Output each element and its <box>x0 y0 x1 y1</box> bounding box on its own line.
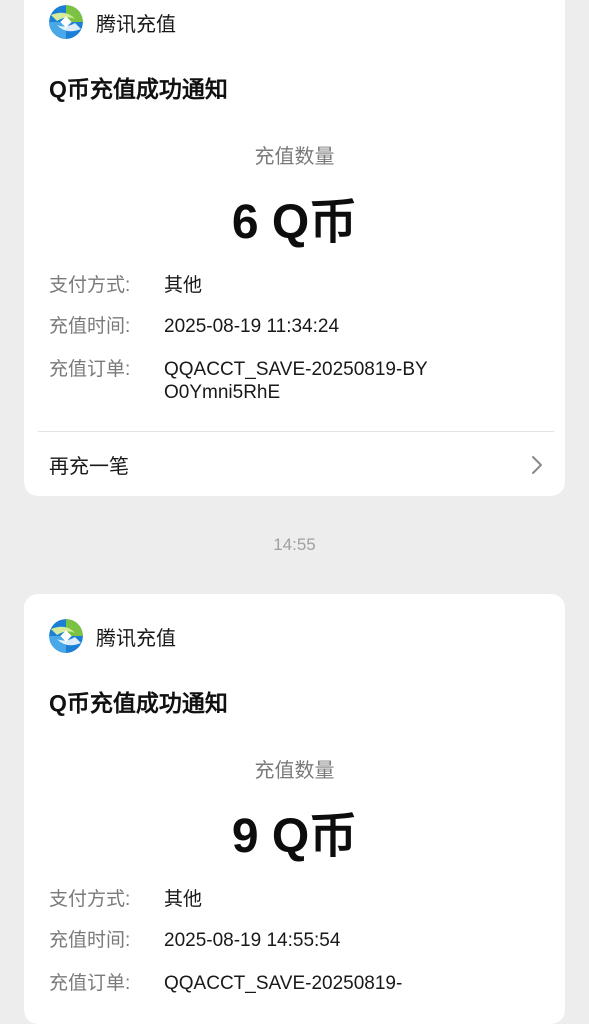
field-value: QQACCT_SAVE-20250819-BYO0Ymni5RhE <box>164 359 428 403</box>
message-title: Q币充值成功通知 <box>49 690 228 716</box>
message-title: Q币充值成功通知 <box>49 76 228 102</box>
message-card[interactable]: 腾讯充值 Q币充值成功通知 充值数量 9 Q币 支付方式: 其他 充值时间: 2… <box>24 594 565 1024</box>
tencent-recharge-logo-icon <box>49 5 83 39</box>
tencent-recharge-logo-icon <box>49 619 83 653</box>
amount-label: 充值数量 <box>254 146 335 168</box>
field-value: 2025-08-19 14:55:54 <box>164 930 341 951</box>
field-key: 充值时间: <box>49 930 131 951</box>
recharge-time-row: 充值时间: 2025-08-19 14:55:54 <box>49 929 540 952</box>
payment-method-row: 支付方式: 其他 <box>49 274 540 297</box>
card-header: 腾讯充值 <box>49 4 176 40</box>
field-value: QQACCT_SAVE-20250819- <box>164 973 403 994</box>
order-id-row: 充值订单: QQACCT_SAVE-20250819- <box>49 972 540 995</box>
field-key: 充值时间: <box>49 316 131 337</box>
message-card[interactable]: 腾讯充值 Q币充值成功通知 充值数量 6 Q币 支付方式: 其他 充值时间: 2… <box>24 0 565 496</box>
recharge-time-row: 充值时间: 2025-08-19 11:34:24 <box>49 315 540 338</box>
recharge-again-label: 再充一笔 <box>49 456 129 478</box>
field-value: 2025-08-19 11:34:24 <box>164 316 340 337</box>
sender-name: 腾讯充值 <box>96 13 176 36</box>
chevron-right-icon <box>531 455 543 475</box>
payment-method-row: 支付方式: 其他 <box>49 888 540 911</box>
field-value: 其他 <box>164 889 203 910</box>
amount-value: 6 Q币 <box>231 196 358 249</box>
field-value: 其他 <box>164 275 203 296</box>
recharge-again-button[interactable]: 再充一笔 <box>49 450 543 479</box>
field-key: 支付方式: <box>49 889 131 910</box>
field-key: 支付方式: <box>49 275 131 296</box>
field-key: 充值订单: <box>49 359 131 380</box>
sender-name: 腾讯充值 <box>96 627 176 650</box>
divider <box>38 431 554 432</box>
order-id-row: 充值订单: QQACCT_SAVE-20250819-BYO0Ymni5RhE <box>49 358 540 404</box>
chat-timestamp: 14:55 <box>273 535 316 554</box>
amount-label: 充值数量 <box>254 760 335 782</box>
card-header: 腾讯充值 <box>49 618 176 654</box>
field-key: 充值订单: <box>49 973 131 994</box>
amount-value: 9 Q币 <box>231 810 358 863</box>
